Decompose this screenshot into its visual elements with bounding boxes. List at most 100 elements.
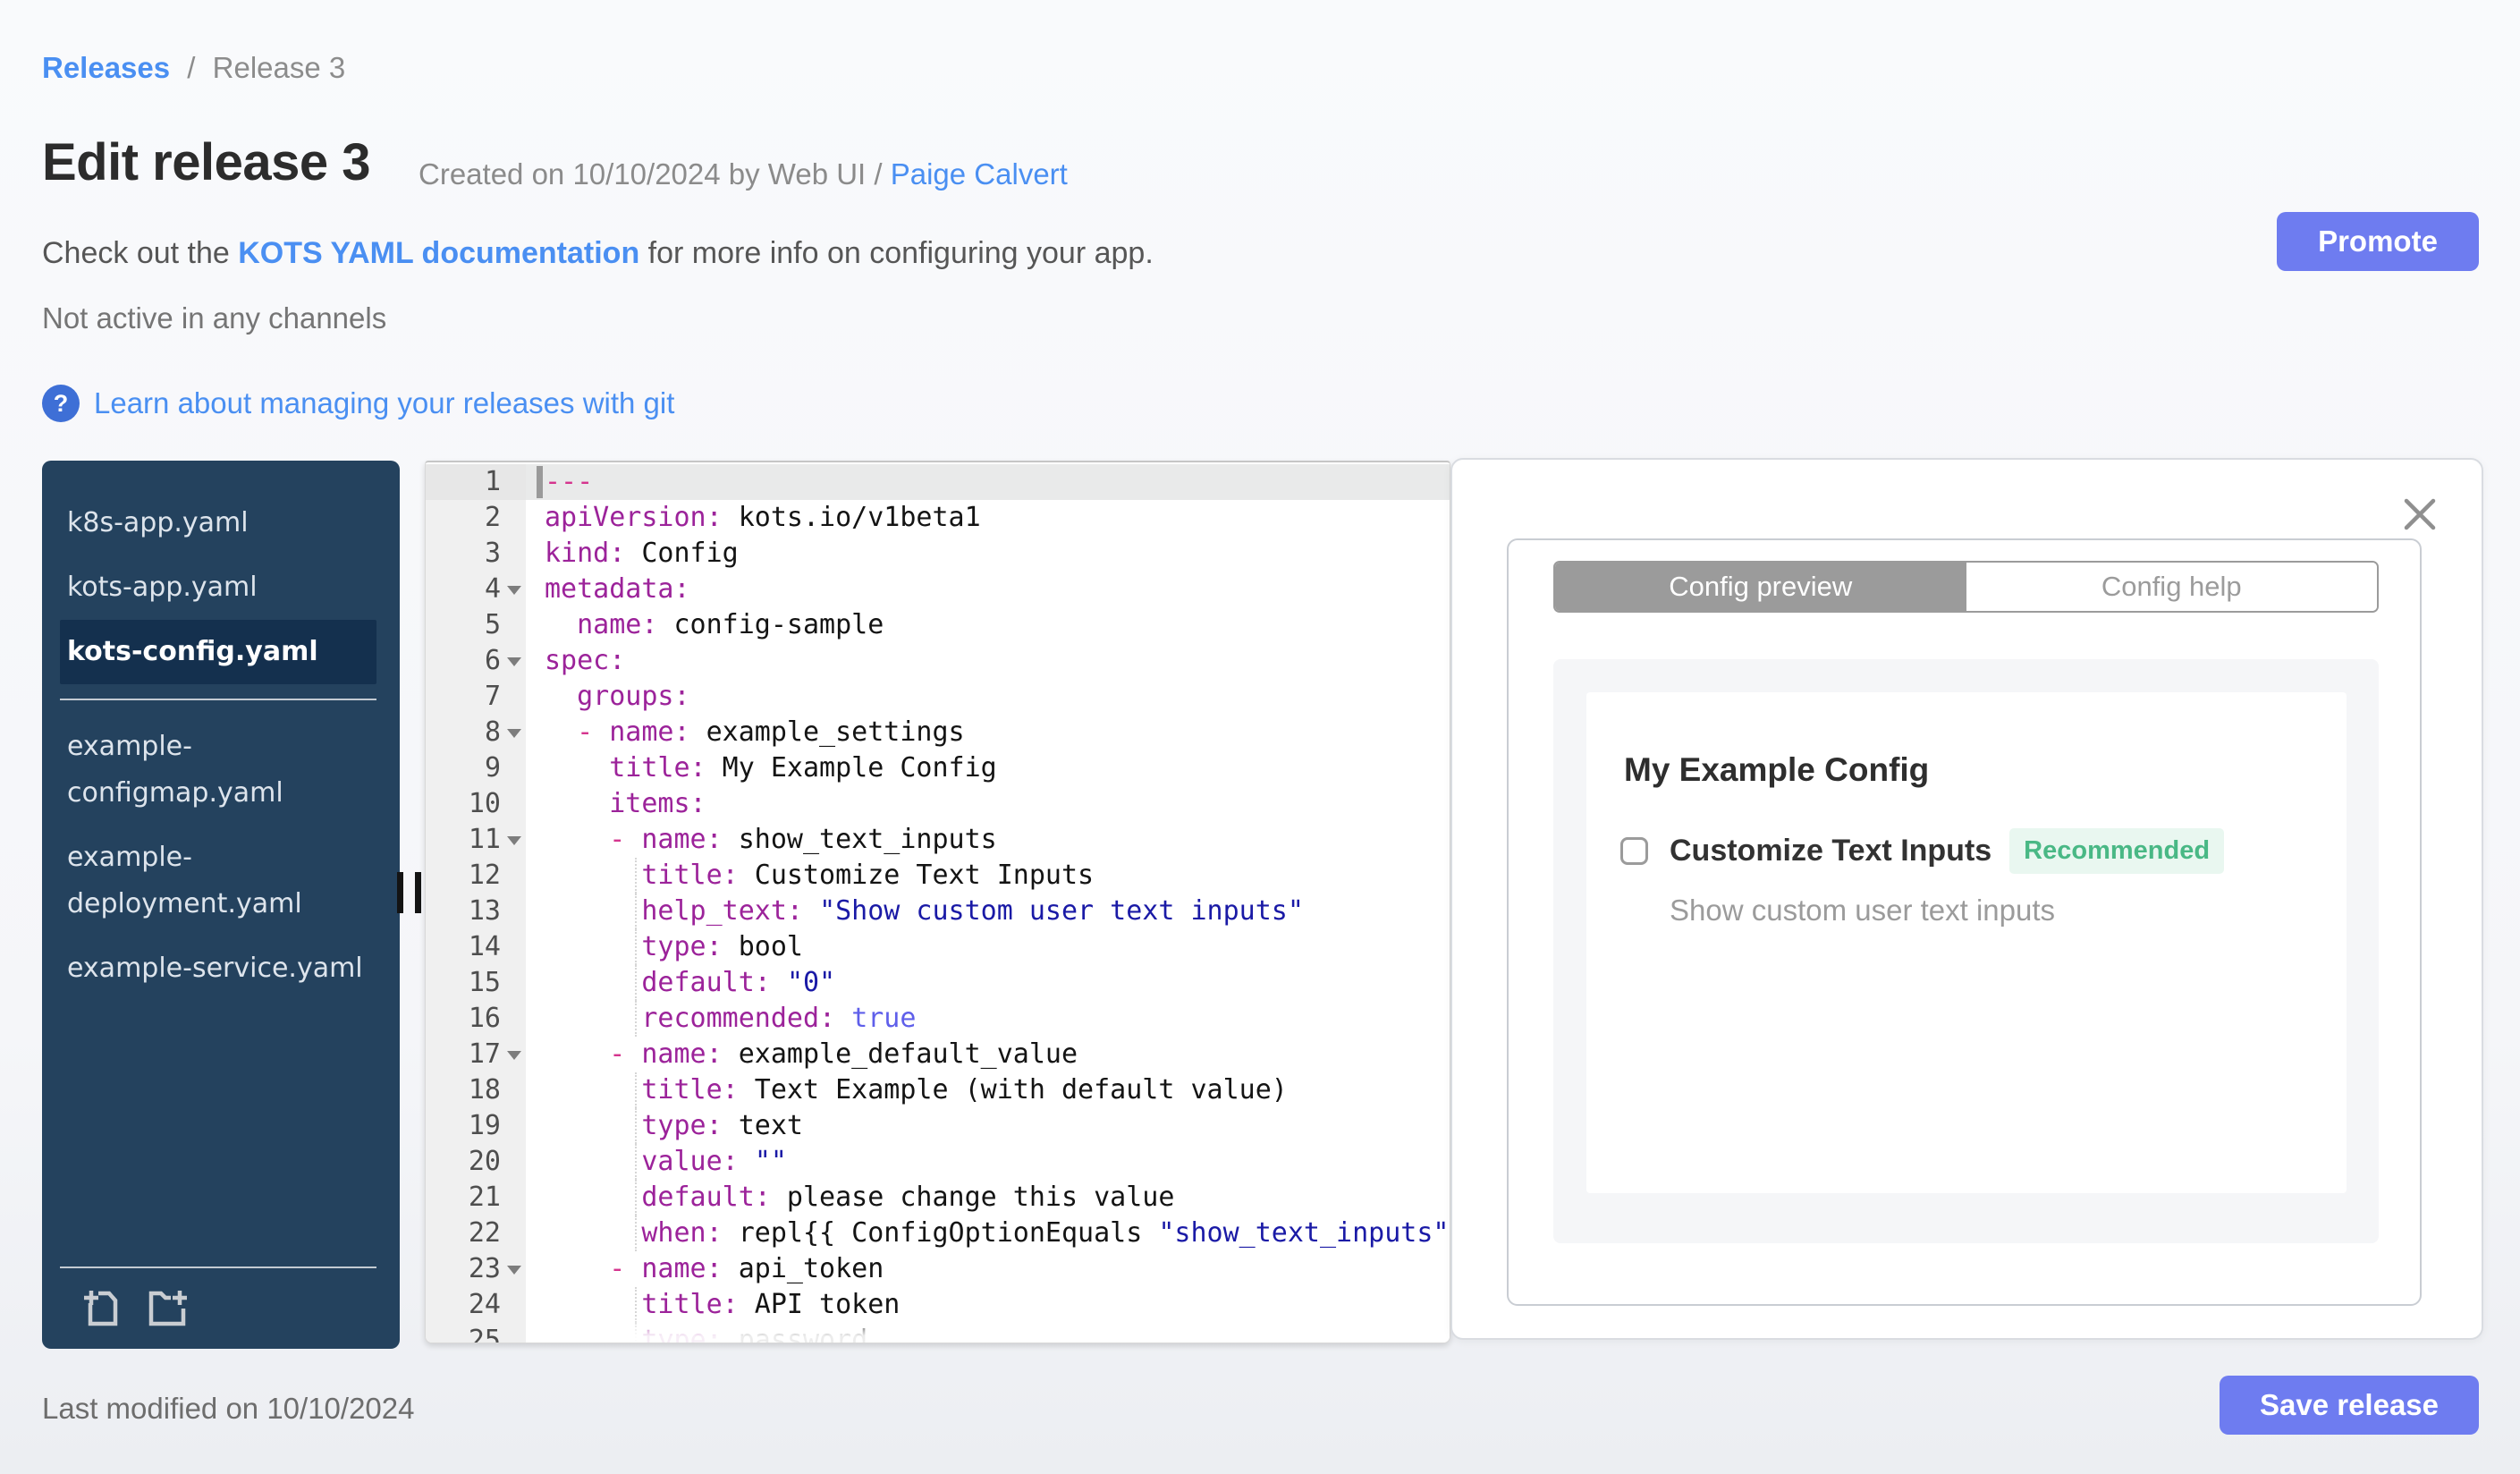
promote-button[interactable]: Promote (2277, 212, 2479, 271)
breadcrumb-releases-link[interactable]: Releases (42, 51, 170, 84)
doc-prefix: Check out the (42, 236, 239, 270)
editor-line-22[interactable]: 22 when: repl{{ ConfigOptionEquals "show… (426, 1216, 1450, 1251)
indent-guide (635, 929, 637, 965)
fold-arrow-icon[interactable] (507, 1266, 521, 1275)
editor-line-19[interactable]: 19 type: text (426, 1108, 1450, 1144)
indent-guide (635, 1144, 637, 1180)
editor-line-15[interactable]: 15 default: "0" (426, 965, 1450, 1001)
breadcrumb: Releases / Release 3 (42, 50, 345, 86)
editor-line-6[interactable]: 6 spec: (426, 643, 1450, 679)
code-text: spec: (526, 643, 1450, 679)
sidebar-file-example-service.yaml[interactable]: example-service.yaml (60, 936, 376, 1001)
editor-line-24[interactable]: 24 title: API token (426, 1287, 1450, 1323)
line-number: 12 (426, 858, 526, 894)
editor-line-23[interactable]: 23 - name: api_token (426, 1251, 1450, 1287)
fold-arrow-icon[interactable] (507, 657, 521, 666)
editor-line-12[interactable]: 12 title: Customize Text Inputs (426, 858, 1450, 894)
code-text: items: (526, 786, 1450, 822)
editor-line-8[interactable]: 8 - name: example_settings (426, 715, 1450, 750)
line-number: 20 (426, 1144, 526, 1180)
line-number: 25 (426, 1323, 526, 1343)
sidebar-resize-handle[interactable] (397, 872, 426, 913)
doc-line: Check out the KOTS YAML documentation fo… (42, 234, 1154, 272)
page-title: Edit release 3 (42, 133, 371, 191)
file-list: k8s-app.yaml kots-app.yaml kots-config.yam… (42, 461, 400, 1001)
editor-line-1[interactable]: 1 --- (426, 464, 1450, 500)
close-icon[interactable] (2399, 494, 2440, 535)
code-text: title: API token (526, 1287, 1450, 1323)
release-editor-page: Releases / Release 3 Edit release 3 Crea… (0, 0, 2520, 1474)
file-sidebar: k8s-app.yaml kots-app.yaml kots-config.yam… (42, 461, 400, 1349)
editor-line-2[interactable]: 2 apiVersion: kots.io/v1beta1 (426, 500, 1450, 536)
code-text: - name: show_text_inputs (526, 822, 1450, 858)
line-number: 19 (426, 1108, 526, 1144)
code-text: groups: (526, 679, 1450, 715)
created-text: Created on 10/10/2024 by Web UI / (419, 157, 891, 191)
doc-suffix: for more info on configuring your app. (639, 236, 1154, 270)
sidebar-file-k8s-app.yaml[interactable]: k8s-app.yaml (60, 491, 376, 555)
code-text: type: text (526, 1108, 1450, 1144)
save-release-button[interactable]: Save release (2220, 1376, 2479, 1435)
editor-line-25[interactable]: 25 type: password (426, 1323, 1450, 1343)
recommended-badge: Recommended (2009, 828, 2225, 874)
sidebar-file-example-deployment.yaml[interactable]: example-deployment.yaml (60, 826, 376, 936)
fold-arrow-icon[interactable] (507, 586, 521, 595)
code-text: recommended: true (526, 1001, 1450, 1037)
line-number: 5 (426, 607, 526, 643)
line-number: 7 (426, 679, 526, 715)
sidebar-file-kots-config.yaml[interactable]: kots-config.yaml (60, 620, 376, 684)
git-releases-link[interactable]: Learn about managing your releases with … (94, 386, 674, 420)
author-link[interactable]: Paige Calvert (891, 157, 1068, 191)
code-text: apiVersion: kots.io/v1beta1 (526, 500, 1450, 536)
code-text: title: My Example Config (526, 750, 1450, 786)
editor-line-5[interactable]: 5 name: config-sample (426, 607, 1450, 643)
editor-line-13[interactable]: 13 help_text: "Show custom user text inp… (426, 894, 1450, 929)
editor-line-9[interactable]: 9 title: My Example Config (426, 750, 1450, 786)
tab-config-help[interactable]: Config help (1966, 563, 2377, 611)
kots-yaml-doc-link[interactable]: KOTS YAML documentation (238, 236, 639, 270)
editor-line-14[interactable]: 14 type: bool (426, 929, 1450, 965)
fold-arrow-icon[interactable] (507, 1051, 521, 1060)
customize-text-inputs-checkbox[interactable] (1620, 837, 1648, 865)
line-number: 22 (426, 1216, 526, 1251)
editor-line-11[interactable]: 11 - name: show_text_inputs (426, 822, 1450, 858)
indent-guide (635, 858, 637, 894)
sidebar-file-example-configmap.yaml[interactable]: example-configmap.yaml (60, 715, 376, 826)
tab-config-preview[interactable]: Config preview (1555, 563, 1966, 611)
editor-line-10[interactable]: 10 items: (426, 786, 1450, 822)
editor-line-16[interactable]: 16 recommended: true (426, 1001, 1450, 1037)
line-number: 11 (426, 822, 526, 858)
breadcrumb-current: Release 3 (212, 51, 346, 84)
config-form: My Example Config Customize Text Inputs … (1586, 692, 2347, 1193)
line-number: 17 (426, 1037, 526, 1072)
add-file-icon[interactable] (80, 1287, 123, 1330)
add-folder-icon[interactable] (146, 1287, 189, 1330)
line-number: 6 (426, 643, 526, 679)
editor-line-7[interactable]: 7 groups: (426, 679, 1450, 715)
editor-line-20[interactable]: 20 value: "" (426, 1144, 1450, 1180)
editor-line-17[interactable]: 17 - name: example_default_value (426, 1037, 1450, 1072)
editor-line-21[interactable]: 21 default: please change this value (426, 1180, 1450, 1216)
line-number: 23 (426, 1251, 526, 1287)
fold-arrow-icon[interactable] (507, 836, 521, 845)
created-info: Created on 10/10/2024 by Web UI / Paige … (419, 157, 1068, 191)
config-preview-card: Config preview Config help My Example Co… (1507, 538, 2422, 1306)
last-modified-text: Last modified on 10/10/2024 (42, 1392, 415, 1425)
indent-guide (635, 965, 637, 1001)
code-text: when: repl{{ ConfigOptionEquals "show_te… (526, 1216, 1450, 1251)
yaml-code-editor[interactable]: 1 --- 2 apiVersion: kots.io/v1beta1 3 kind: C… (425, 461, 1450, 1343)
editor-line-18[interactable]: 18 title: Text Example (with default val… (426, 1072, 1450, 1108)
code-text: type: password (526, 1323, 1450, 1343)
editor-line-4[interactable]: 4 metadata: (426, 572, 1450, 607)
fold-arrow-icon[interactable] (507, 729, 521, 738)
sidebar-file-kots-app.yaml[interactable]: kots-app.yaml (60, 555, 376, 620)
code-text: --- (526, 464, 1450, 500)
line-number: 16 (426, 1001, 526, 1037)
line-number: 2 (426, 500, 526, 536)
indent-guide (635, 1001, 637, 1037)
code-text: default: please change this value (526, 1180, 1450, 1216)
preview-tab-bar: Config preview Config help (1553, 561, 2379, 613)
code-text: value: "" (526, 1144, 1450, 1180)
code-text: - name: api_token (526, 1251, 1450, 1287)
editor-line-3[interactable]: 3 kind: Config (426, 536, 1450, 572)
